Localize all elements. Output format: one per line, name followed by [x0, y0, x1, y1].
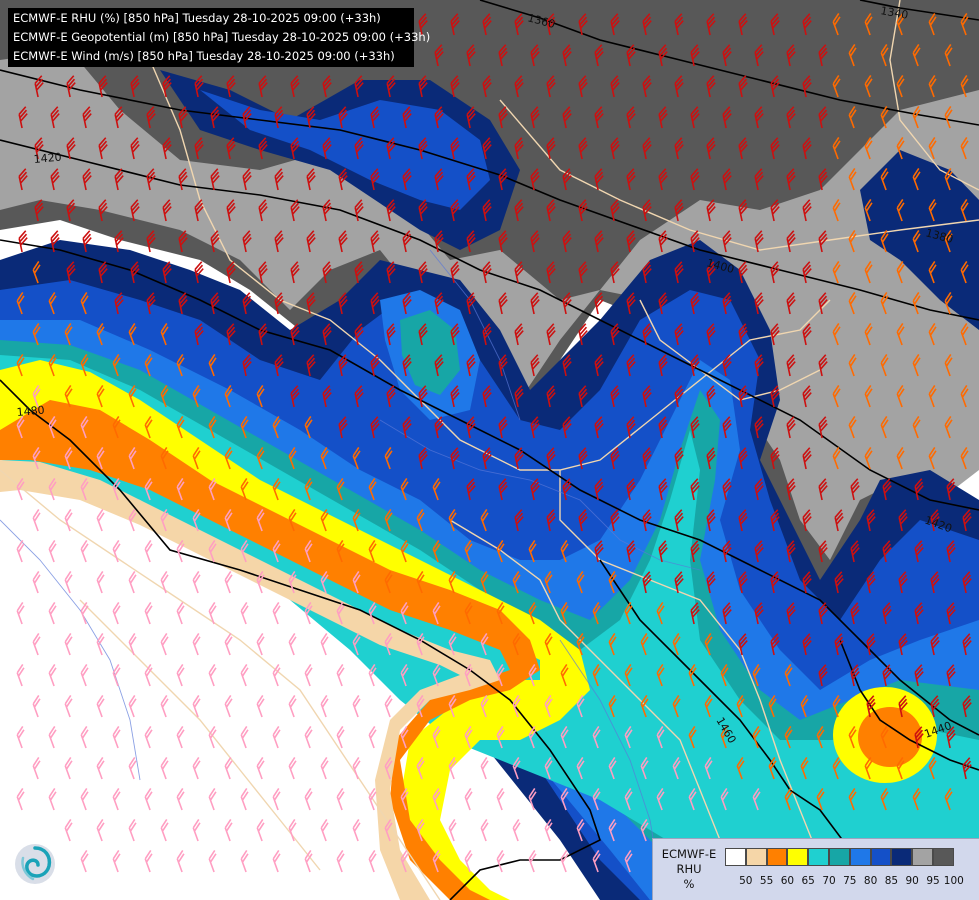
legend-tick-label: 70: [822, 875, 836, 887]
legend-tick-label: 75: [843, 875, 857, 887]
legend-swatch: [849, 848, 871, 866]
legend-swatch: [891, 848, 913, 866]
legend-swatches: [725, 848, 954, 866]
legend-tick-label: 100: [943, 875, 964, 887]
legend-tick-label: 60: [780, 875, 795, 887]
weather-map: 1360 1340 1420 1380 1400 1480 1420 1460 …: [0, 0, 979, 900]
rhu-band-55-60-east: [858, 707, 922, 767]
legend-tick-label: 80: [863, 875, 878, 887]
legend-swatch: [828, 848, 850, 866]
contour-label-1480: 1480: [16, 404, 45, 419]
legend-swatch: [725, 848, 746, 866]
legend-swatch: [870, 848, 892, 866]
legend-variable: RHU: [676, 862, 702, 876]
legend-tick-label: 50: [739, 875, 753, 887]
legend-swatch: [745, 848, 767, 866]
title-line-geopotential: ECMWF-E Geopotential (m) [850 hPa] Tuesd…: [13, 30, 431, 44]
contour-label-1420: 1420: [33, 151, 62, 166]
ecmwf-swirl-icon: [15, 844, 55, 884]
legend-model: ECMWF-E: [661, 847, 717, 861]
legend-swatch: [808, 848, 829, 866]
legend-swatch: [912, 848, 933, 866]
legend-ticks: 50 55 60 65 70 75 80 85 90 95 100: [725, 875, 979, 889]
legend-tick-label: 85: [884, 875, 899, 887]
legend-tick-label: 65: [801, 875, 815, 887]
title-line-rhu: ECMWF-E RHU (%) [850 hPa] Tuesday 28-10-…: [13, 11, 381, 25]
legend-unit: %: [683, 877, 695, 891]
legend-tick-label: 90: [905, 875, 919, 887]
legend-swatch: [766, 848, 788, 866]
legend-swatch: [787, 848, 809, 866]
legend-tick-label: 55: [759, 875, 774, 887]
legend-tick-label: 95: [926, 875, 940, 887]
rhu-legend: ECMWF-E RHU % 50 55 60 65 70 75 80 85 90 95 100: [652, 838, 979, 900]
title-line-wind: ECMWF-E Wind (m/s) [850 hPa] Tuesday 28-…: [13, 49, 395, 63]
legend-swatch: [932, 848, 954, 866]
legend-header: ECMWF-E RHU %: [656, 847, 722, 892]
map-title-box: ECMWF-E RHU (%) [850 hPa] Tuesday 28-10-…: [8, 8, 431, 67]
